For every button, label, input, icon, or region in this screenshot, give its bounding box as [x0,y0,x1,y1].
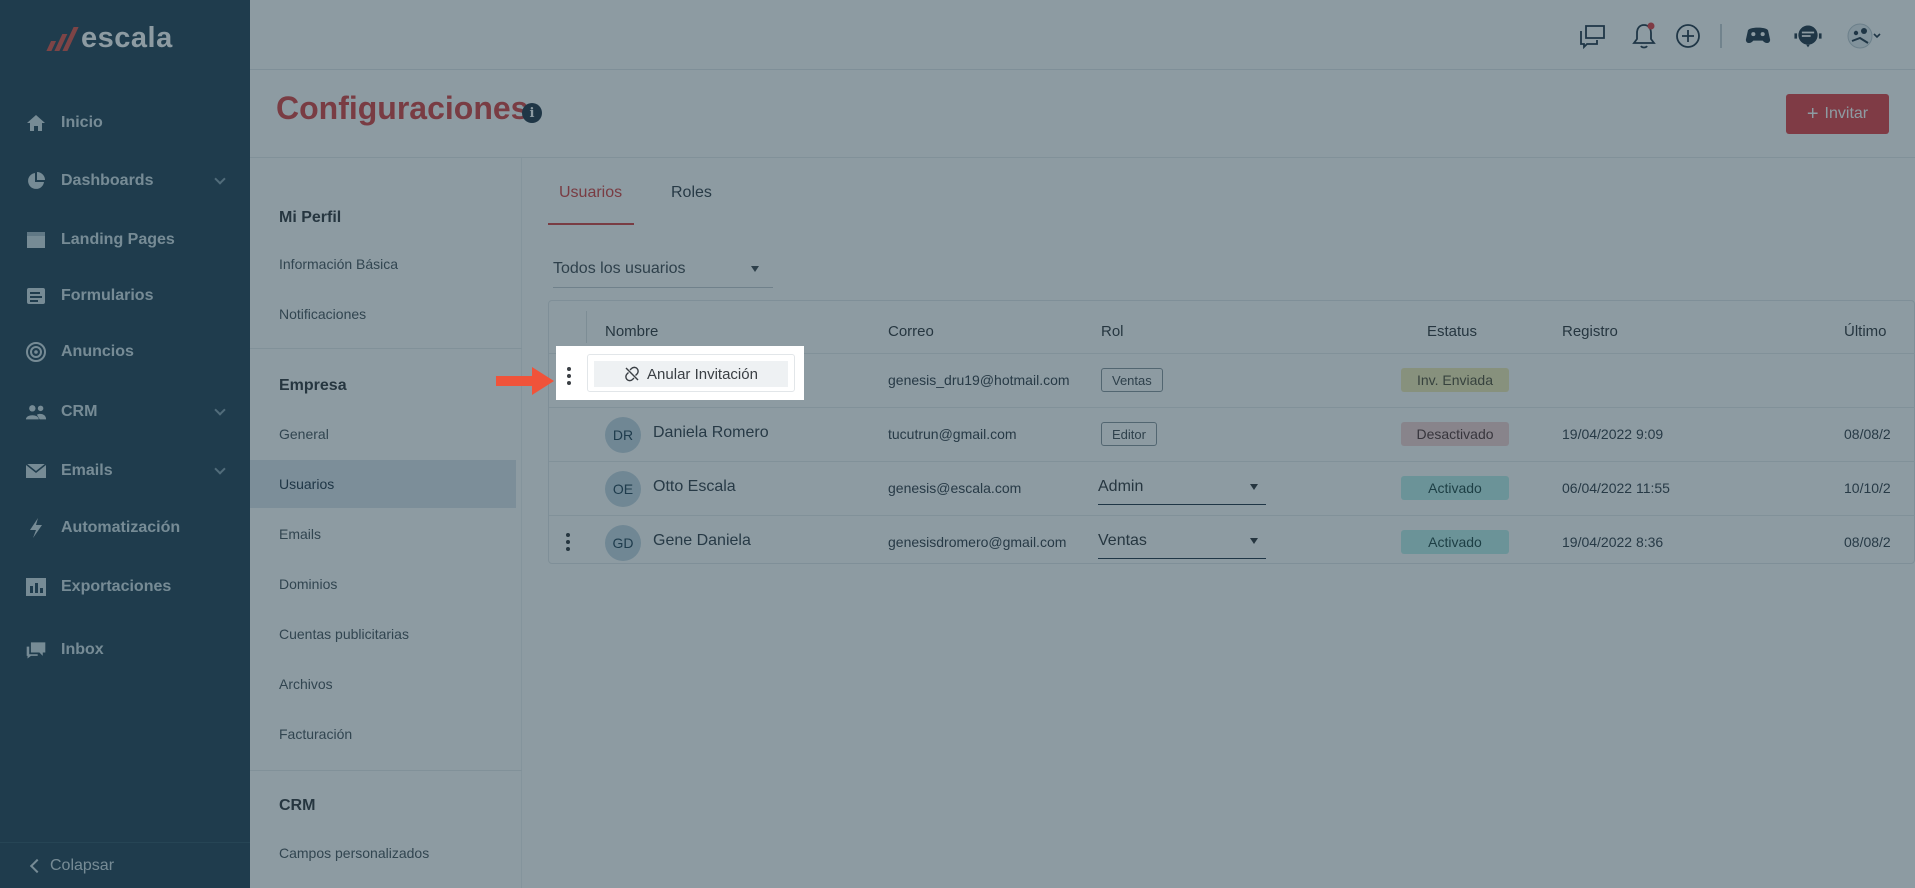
highlighted-row-menu: Anular Invitación [556,346,804,400]
row-menu-icon[interactable] [567,367,571,385]
cancel-invitation-label: Anular Invitación [647,365,758,383]
pointer-arrow-icon [496,367,554,395]
row-action-menu: Anular Invitación [587,354,795,392]
tutorial-overlay [0,0,1915,888]
cancel-invitation-button[interactable]: Anular Invitación [594,361,788,387]
unlink-icon [625,366,639,382]
